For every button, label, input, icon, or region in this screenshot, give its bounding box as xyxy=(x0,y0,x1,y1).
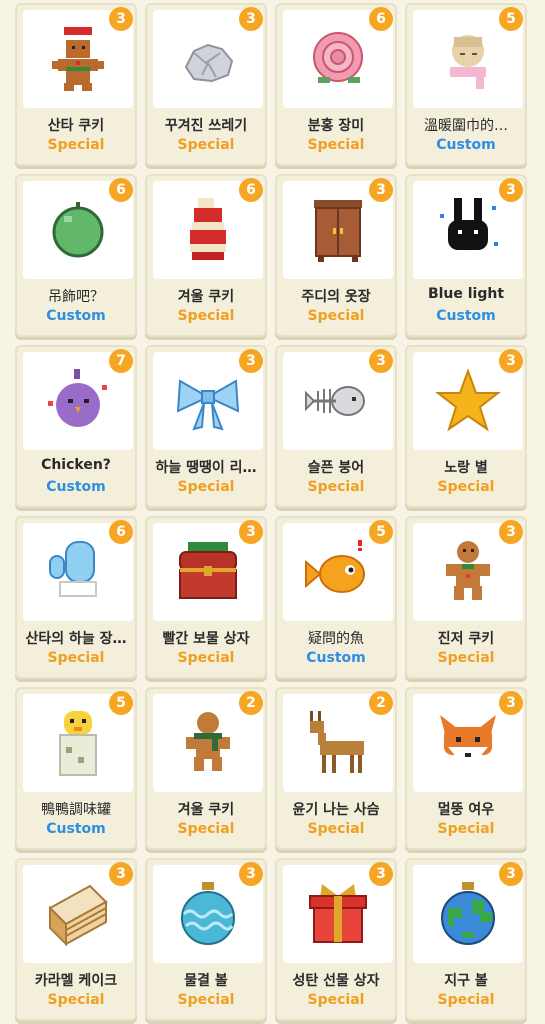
item-name: 疑問的魚 xyxy=(308,631,364,647)
count-badge: 6 xyxy=(239,178,263,202)
count-badge: 3 xyxy=(109,862,133,886)
count-badge: 6 xyxy=(369,7,393,31)
item-name: 물결 볼 xyxy=(184,973,228,989)
item-name: 성탄 선물 상자 xyxy=(292,973,380,989)
count-badge: 3 xyxy=(239,862,263,886)
item-type-tag: Special xyxy=(177,650,235,666)
item-card[interactable]: 5 鴨鴨調味罐 Custom xyxy=(15,687,137,850)
item-type-tag: Special xyxy=(437,992,495,1008)
item-type-tag: Custom xyxy=(436,308,496,324)
count-badge: 3 xyxy=(499,178,523,202)
item-type-tag: Special xyxy=(307,308,365,324)
count-badge: 3 xyxy=(499,691,523,715)
item-card[interactable]: 3 지구 볼 Special xyxy=(405,858,527,1021)
item-grid: 3 산타 쿠키 Special 3 꾸겨진 쓰레기 Special 6 분홍 장… xyxy=(0,0,545,1021)
item-card[interactable]: 5 疑問的魚 Custom xyxy=(275,516,397,679)
item-card[interactable]: 2 윤기 나는 사슴 Special xyxy=(275,687,397,850)
item-card[interactable]: 3 멀뚱 여우 Special xyxy=(405,687,527,850)
count-badge: 3 xyxy=(499,862,523,886)
count-badge: 2 xyxy=(239,691,263,715)
item-type-tag: Custom xyxy=(46,479,106,495)
item-type-tag: Custom xyxy=(46,821,106,837)
count-badge: 3 xyxy=(239,349,263,373)
item-name: 겨울 쿠키 xyxy=(177,289,235,305)
item-card[interactable]: 6 산타의 하늘 장… Special xyxy=(15,516,137,679)
item-name: 산타의 하늘 장… xyxy=(25,631,127,647)
item-card[interactable]: 3 산타 쿠키 Special xyxy=(15,3,137,166)
item-name: 슬픈 붕어 xyxy=(307,460,365,476)
item-card[interactable]: 3 노랑 별 Special xyxy=(405,345,527,508)
count-badge: 3 xyxy=(239,520,263,544)
item-type-tag: Special xyxy=(47,137,105,153)
item-type-tag: Special xyxy=(437,650,495,666)
item-card[interactable]: 3 빨간 보물 상자 Special xyxy=(145,516,267,679)
item-type-tag: Special xyxy=(307,992,365,1008)
count-badge: 3 xyxy=(239,7,263,31)
item-card[interactable]: 6 분홍 장미 Special xyxy=(275,3,397,166)
item-card[interactable]: 7 Chicken? Custom xyxy=(15,345,137,508)
count-badge: 2 xyxy=(369,691,393,715)
item-card[interactable]: 3 카라멜 케이크 Special xyxy=(15,858,137,1021)
count-badge: 3 xyxy=(369,349,393,373)
count-badge: 3 xyxy=(369,178,393,202)
item-card[interactable]: 3 물결 볼 Special xyxy=(145,858,267,1021)
item-name: Chicken? xyxy=(41,457,111,473)
item-type-tag: Special xyxy=(47,650,105,666)
count-badge: 7 xyxy=(109,349,133,373)
item-card[interactable]: 3 진저 쿠키 Special xyxy=(405,516,527,679)
count-badge: 3 xyxy=(369,862,393,886)
item-name: Blue light xyxy=(427,286,505,302)
item-type-tag: Special xyxy=(177,992,235,1008)
item-name: 빨간 보물 상자 xyxy=(162,631,250,647)
count-badge: 5 xyxy=(499,7,523,31)
item-name: 주디의 옷장 xyxy=(301,289,371,305)
item-name: 진저 쿠키 xyxy=(437,631,495,647)
item-type-tag: Special xyxy=(307,137,365,153)
item-type-tag: Special xyxy=(177,137,235,153)
item-type-tag: Special xyxy=(177,479,235,495)
item-type-tag: Custom xyxy=(306,650,366,666)
count-badge: 3 xyxy=(499,349,523,373)
count-badge: 3 xyxy=(499,520,523,544)
item-type-tag: Special xyxy=(177,308,235,324)
item-name: 산타 쿠키 xyxy=(47,118,105,134)
item-type-tag: Special xyxy=(437,479,495,495)
item-card[interactable]: 3 꾸겨진 쓰레기 Special xyxy=(145,3,267,166)
item-type-tag: Special xyxy=(437,821,495,837)
item-name: 溫暖圍巾的… xyxy=(424,118,508,134)
count-badge: 6 xyxy=(109,178,133,202)
item-name: 하늘 땡땡이 리… xyxy=(155,460,257,476)
count-badge: 3 xyxy=(109,7,133,31)
item-name: 카라멜 케이크 xyxy=(34,973,118,989)
item-name: 분홍 장미 xyxy=(307,118,365,134)
item-card[interactable]: 3 슬픈 붕어 Special xyxy=(275,345,397,508)
item-name: 윤기 나는 사슴 xyxy=(292,802,380,818)
count-badge: 5 xyxy=(109,691,133,715)
item-type-tag: Special xyxy=(47,992,105,1008)
item-card[interactable]: 3 주디의 옷장 Special xyxy=(275,174,397,337)
item-card[interactable]: 3 하늘 땡땡이 리… Special xyxy=(145,345,267,508)
item-name: 노랑 별 xyxy=(444,460,488,476)
item-name: 鴨鴨調味罐 xyxy=(41,802,111,818)
item-card[interactable]: 6 겨울 쿠키 Special xyxy=(145,174,267,337)
item-card[interactable]: 5 溫暖圍巾的… Custom xyxy=(405,3,527,166)
item-name: 吊飾吧？ xyxy=(48,289,104,305)
item-name: 겨울 쿠키 xyxy=(177,802,235,818)
item-name: 지구 볼 xyxy=(444,973,488,989)
count-badge: 5 xyxy=(369,520,393,544)
item-type-tag: Special xyxy=(177,821,235,837)
item-type-tag: Custom xyxy=(436,137,496,153)
item-type-tag: Special xyxy=(307,821,365,837)
item-card[interactable]: 3 성탄 선물 상자 Special xyxy=(275,858,397,1021)
item-type-tag: Special xyxy=(307,479,365,495)
item-type-tag: Custom xyxy=(46,308,106,324)
item-card[interactable]: 3 Blue light Custom xyxy=(405,174,527,337)
count-badge: 6 xyxy=(109,520,133,544)
item-card[interactable]: 6 吊飾吧？ Custom xyxy=(15,174,137,337)
item-name: 멀뚱 여우 xyxy=(437,802,495,818)
item-card[interactable]: 2 겨울 쿠키 Special xyxy=(145,687,267,850)
item-name: 꾸겨진 쓰레기 xyxy=(164,118,248,134)
